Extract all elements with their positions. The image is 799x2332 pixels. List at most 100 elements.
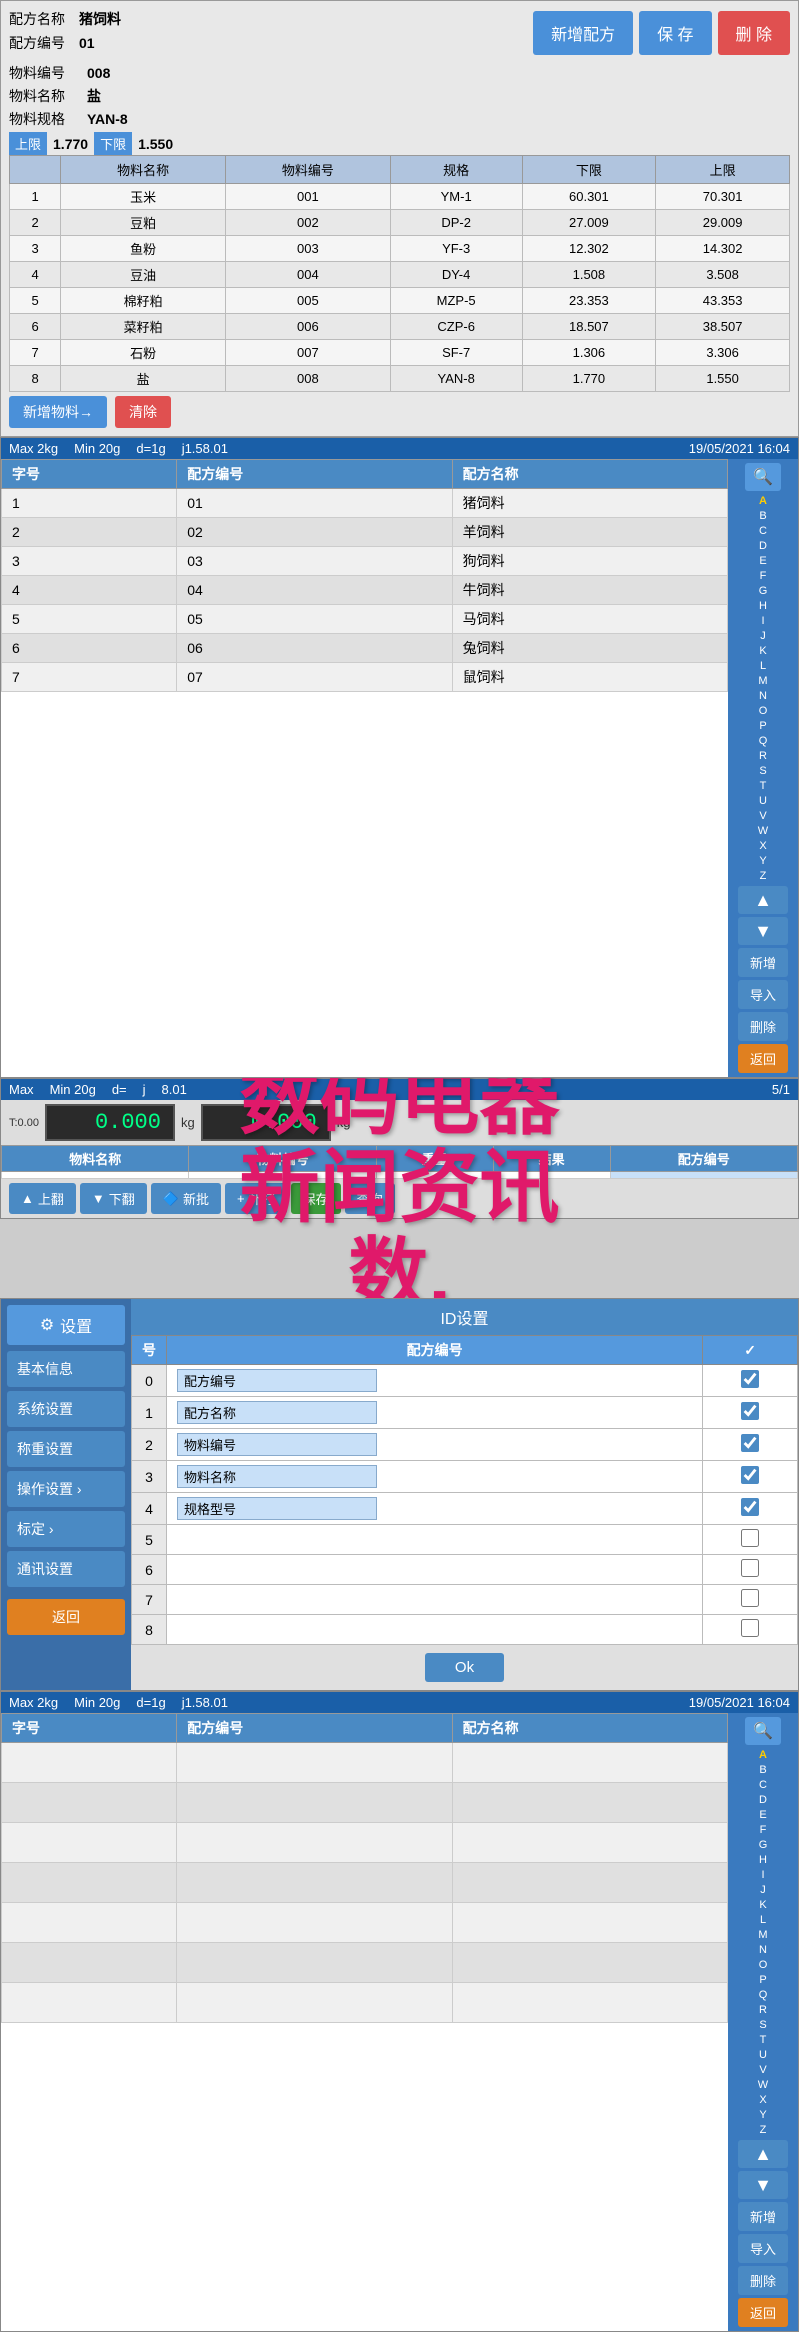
settings-item[interactable]: 标定 › <box>7 1511 125 1547</box>
id-checkbox[interactable] <box>741 1589 759 1607</box>
add-button[interactable]: 新增 <box>738 948 788 977</box>
id-checkbox[interactable] <box>741 1619 759 1637</box>
alpha-item[interactable]: J <box>732 1883 794 1897</box>
alpha-item[interactable]: Y <box>732 854 794 868</box>
id-checkbox[interactable] <box>741 1434 759 1452</box>
alpha-item[interactable]: Q <box>732 1988 794 2002</box>
search-button[interactable]: 🔍 <box>745 463 781 491</box>
supplement-btn[interactable]: + 补打 <box>225 1183 287 1214</box>
id-input-field[interactable] <box>177 1497 377 1520</box>
save2-btn[interactable]: 保存 <box>291 1183 341 1214</box>
delete-button-sidebar[interactable]: 删除 <box>738 1012 788 1041</box>
alpha-item[interactable]: S <box>732 764 794 778</box>
alpha-item[interactable]: L <box>732 659 794 673</box>
alpha-item[interactable]: G <box>732 584 794 598</box>
alpha-item[interactable]: E <box>732 554 794 568</box>
table-row[interactable] <box>2 1783 728 1823</box>
list-item[interactable]: 303狗饲料 <box>2 547 728 576</box>
id-checkbox[interactable] <box>741 1466 759 1484</box>
table-row[interactable] <box>2 1903 728 1943</box>
scroll-down-btn[interactable]: ▼ 下翻 <box>80 1183 147 1214</box>
table-row[interactable]: 6菜籽粕006CZP-618.50738.507 <box>10 314 790 340</box>
alpha-item[interactable]: T <box>732 2033 794 2047</box>
alpha-item[interactable]: C <box>732 1778 794 1792</box>
alpha-item[interactable]: M <box>732 1928 794 1942</box>
scroll-down-button[interactable]: ▼ <box>738 917 788 945</box>
table-row[interactable]: 2豆粕002DP-227.00929.009 <box>10 210 790 236</box>
alpha-item[interactable]: G <box>732 1838 794 1852</box>
alpha-item[interactable]: M <box>732 674 794 688</box>
list-item[interactable]: 505马饲料 <box>2 605 728 634</box>
query-btn[interactable]: 查询 <box>345 1183 395 1214</box>
scroll-up-button[interactable]: ▲ <box>738 886 788 914</box>
alpha-item[interactable]: Q <box>732 734 794 748</box>
alpha-item[interactable]: X <box>732 2093 794 2107</box>
alpha-item[interactable]: U <box>732 794 794 808</box>
id-input-field[interactable] <box>177 1401 377 1424</box>
bottom-scroll-up[interactable]: ▲ <box>738 2140 788 2168</box>
list-item[interactable]: 202羊饲料 <box>2 518 728 547</box>
alpha-item[interactable]: B <box>732 509 794 523</box>
bottom-scroll-down[interactable]: ▼ <box>738 2171 788 2199</box>
alpha-item[interactable]: Z <box>732 2123 794 2137</box>
id-checkbox[interactable] <box>741 1370 759 1388</box>
alpha-item[interactable]: B <box>732 1763 794 1777</box>
alpha-item[interactable]: O <box>732 704 794 718</box>
alpha-item[interactable]: K <box>732 644 794 658</box>
scroll-up-btn[interactable]: ▲ 上翻 <box>9 1183 76 1214</box>
import-button[interactable]: 导入 <box>738 980 788 1009</box>
alpha-item[interactable]: W <box>732 2078 794 2092</box>
alpha-item[interactable]: W <box>732 824 794 838</box>
id-input-field[interactable] <box>177 1465 377 1488</box>
alpha-item[interactable]: J <box>732 629 794 643</box>
add-recipe-button[interactable]: 新增配方 <box>533 11 633 55</box>
alpha-item[interactable]: F <box>732 569 794 583</box>
table-row[interactable]: 5棉籽粕005MZP-523.35343.353 <box>10 288 790 314</box>
alpha-item[interactable]: N <box>732 689 794 703</box>
alpha-item[interactable]: A <box>732 1748 794 1762</box>
settings-item[interactable]: 称重设置 <box>7 1431 125 1467</box>
alpha-item[interactable]: V <box>732 809 794 823</box>
alpha-item[interactable]: E <box>732 1808 794 1822</box>
alpha-item[interactable]: S <box>732 2018 794 2032</box>
alpha-item[interactable]: R <box>732 749 794 763</box>
id-checkbox[interactable] <box>741 1559 759 1577</box>
delete-button[interactable]: 删 除 <box>718 11 790 55</box>
alpha-item[interactable]: I <box>732 614 794 628</box>
table-row[interactable]: 1玉米001YM-160.30170.301 <box>10 184 790 210</box>
alpha-item[interactable]: V <box>732 2063 794 2077</box>
id-input-field[interactable] <box>177 1369 377 1392</box>
alpha-item[interactable]: Z <box>732 869 794 883</box>
table-row[interactable]: 4豆油004DY-41.5083.508 <box>10 262 790 288</box>
ok-button[interactable]: Ok <box>425 1653 504 1682</box>
clear-button[interactable]: 清除 <box>115 396 171 428</box>
alpha-item[interactable]: D <box>732 539 794 553</box>
save-button[interactable]: 保 存 <box>639 11 711 55</box>
list-item[interactable]: 606兔饲料 <box>2 634 728 663</box>
alpha-item[interactable]: K <box>732 1898 794 1912</box>
settings-item[interactable]: 基本信息 <box>7 1351 125 1387</box>
table-row[interactable] <box>2 1743 728 1783</box>
alpha-item[interactable]: A <box>732 494 794 508</box>
add-material-button[interactable]: 新增物料→ <box>9 396 107 428</box>
id-checkbox[interactable] <box>741 1529 759 1547</box>
table-row[interactable] <box>2 1943 728 1983</box>
bottom-back-btn[interactable]: 返回 <box>738 2298 788 2327</box>
alpha-item[interactable]: X <box>732 839 794 853</box>
alpha-item[interactable]: P <box>732 1973 794 1987</box>
table-row[interactable] <box>2 1863 728 1903</box>
bottom-delete-btn[interactable]: 删除 <box>738 2266 788 2295</box>
alpha-item[interactable]: Y <box>732 2108 794 2122</box>
alpha-item[interactable]: L <box>732 1913 794 1927</box>
bottom-search-button[interactable]: 🔍 <box>745 1717 781 1745</box>
new-batch-btn[interactable]: 🔷 新批 <box>151 1183 221 1214</box>
bottom-import-btn[interactable]: 导入 <box>738 2234 788 2263</box>
id-checkbox[interactable] <box>741 1498 759 1516</box>
settings-item[interactable]: 操作设置 › <box>7 1471 125 1507</box>
settings-back-button[interactable]: 返回 <box>7 1599 125 1635</box>
table-row[interactable] <box>2 1983 728 2023</box>
table-row[interactable] <box>2 1823 728 1863</box>
alpha-item[interactable]: P <box>732 719 794 733</box>
alpha-item[interactable]: I <box>732 1868 794 1882</box>
alpha-item[interactable]: H <box>732 599 794 613</box>
